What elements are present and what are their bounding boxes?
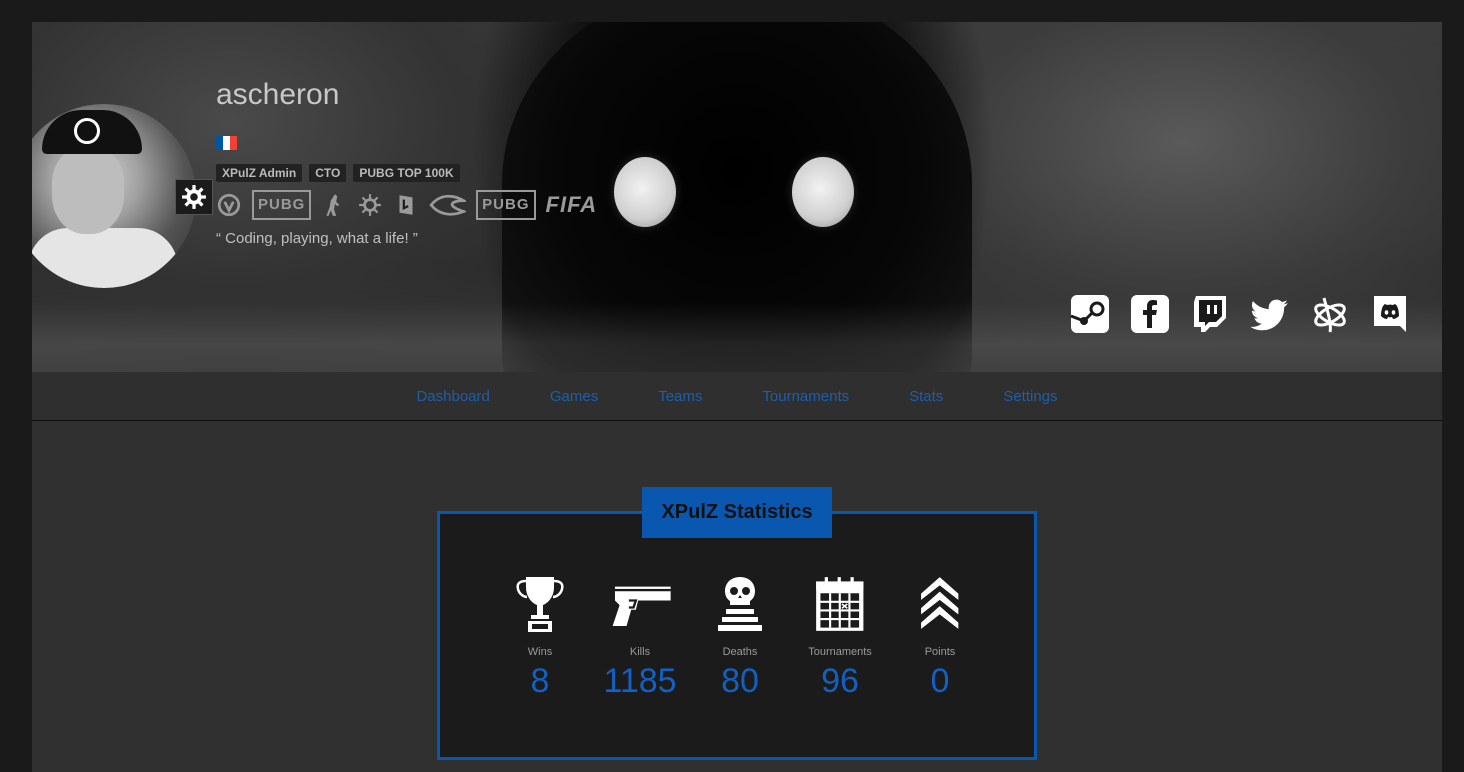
steam-icon[interactable] xyxy=(1070,294,1110,334)
nav-dashboard[interactable]: Dashboard xyxy=(386,388,519,405)
stat-label: Kills xyxy=(629,646,651,658)
banner-eye-right xyxy=(792,157,854,227)
badge: XPulZ Admin xyxy=(216,164,303,182)
counter-strike-icon[interactable] xyxy=(321,190,347,220)
nav-teams[interactable]: Teams xyxy=(628,388,732,405)
stat-tournaments: Tournaments 96 xyxy=(790,574,890,701)
stat-points: Points 0 xyxy=(890,574,990,701)
stat-value: 8 xyxy=(530,662,550,700)
stat-value: 96 xyxy=(821,662,859,700)
nav-settings[interactable]: Settings xyxy=(973,388,1087,405)
profile-settings-button[interactable] xyxy=(175,179,213,215)
battlenet-icon[interactable] xyxy=(1310,294,1350,334)
avatar-cap-logo xyxy=(74,118,100,144)
flag-stripe-white xyxy=(223,136,230,150)
nav-tournaments[interactable]: Tournaments xyxy=(732,388,879,405)
trophy-icon xyxy=(516,574,564,634)
chevrons-icon xyxy=(919,574,960,634)
username: ascheron xyxy=(216,78,340,111)
flag-stripe-red xyxy=(230,136,237,150)
profile-page: ascheron XPulZ Admin CTO PUBG TOP 100K P… xyxy=(32,22,1442,772)
stat-label: Points xyxy=(924,646,956,658)
rocket-league-icon[interactable] xyxy=(429,190,467,220)
profile-quote: “ Coding, playing, what a life! ” xyxy=(216,230,418,247)
profile-nav: Dashboard Games Teams Tournaments Stats … xyxy=(32,372,1442,421)
country-flag xyxy=(216,136,237,150)
stat-label: Wins xyxy=(527,646,553,658)
pubg-mobile-icon[interactable]: PUBG xyxy=(476,190,536,220)
gear-icon xyxy=(182,185,206,209)
calendar-icon xyxy=(814,574,866,634)
pistol-icon xyxy=(608,574,673,634)
stat-wins: Wins 8 xyxy=(490,574,590,701)
skull-icon xyxy=(716,574,764,634)
overwatch-icon[interactable] xyxy=(216,190,242,220)
stat-label: Deaths xyxy=(722,646,758,658)
nav-stats[interactable]: Stats xyxy=(879,388,973,405)
flag-stripe-blue xyxy=(216,136,223,150)
dota-icon[interactable] xyxy=(393,190,419,220)
badge: PUBG TOP 100K xyxy=(353,164,460,182)
stat-kills: Kills 1185 xyxy=(590,574,690,701)
discord-icon[interactable] xyxy=(1370,294,1410,334)
fifa-icon[interactable]: FIFA xyxy=(546,190,598,220)
league-icon[interactable] xyxy=(357,190,383,220)
profile-banner: ascheron XPulZ Admin CTO PUBG TOP 100K P… xyxy=(32,22,1442,372)
facebook-icon[interactable] xyxy=(1130,294,1170,334)
game-list: PUBG PUBG FIFA xyxy=(216,190,597,220)
stat-row: Wins 8 Kills 1185 Deaths 80 Tournaments … xyxy=(490,574,990,701)
stat-value: 0 xyxy=(930,662,950,700)
statistics-title: XPulZ Statistics xyxy=(642,487,832,538)
badge: CTO xyxy=(309,164,347,182)
stat-value: 80 xyxy=(721,662,759,700)
avatar-face xyxy=(52,148,124,234)
stat-value: 1185 xyxy=(603,662,677,700)
pubg-icon[interactable]: PUBG xyxy=(252,190,312,220)
banner-eye-left xyxy=(614,157,676,227)
avatar[interactable] xyxy=(32,104,196,288)
avatar-shirt xyxy=(32,228,178,288)
stat-deaths: Deaths 80 xyxy=(690,574,790,701)
role-badges: XPulZ Admin CTO PUBG TOP 100K xyxy=(216,164,460,182)
stat-label: Tournaments xyxy=(808,646,872,658)
twitch-icon[interactable] xyxy=(1190,294,1230,334)
twitter-icon[interactable] xyxy=(1250,294,1290,334)
nav-games[interactable]: Games xyxy=(520,388,628,405)
social-links xyxy=(1070,294,1410,334)
statistics-panel: Wins 8 Kills 1185 Deaths 80 Tournaments … xyxy=(437,511,1037,760)
